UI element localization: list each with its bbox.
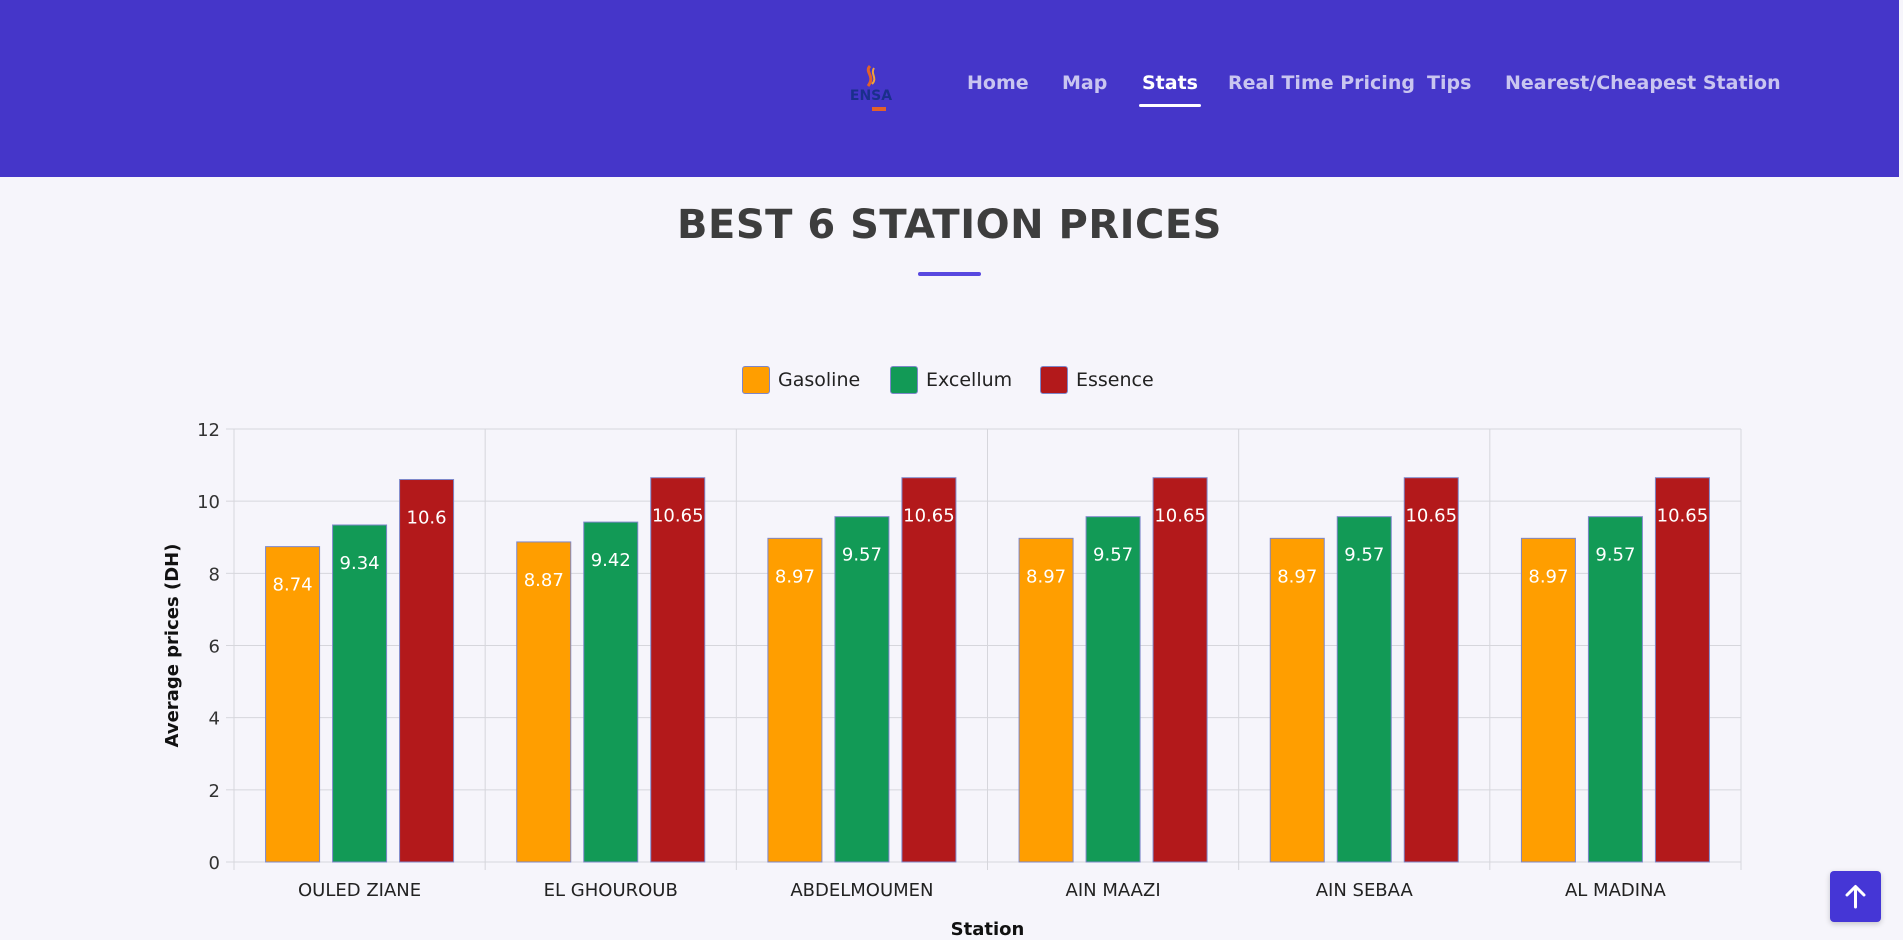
bar-value-label: 9.57 xyxy=(842,545,882,566)
bar-excellum xyxy=(332,524,388,863)
bar-value-label: 10.65 xyxy=(1154,506,1206,527)
y-tick-label: 8 xyxy=(209,564,220,585)
bar-chart: 0 2 4 6 8 10 12 8.74 9.34 10.6 OULED ZIANE 8.87 9.42… xyxy=(162,420,1742,940)
bar-essence xyxy=(1152,477,1208,863)
x-tick-label: AIN MAAZI xyxy=(1066,880,1161,901)
bar-essence xyxy=(399,479,455,863)
bar-value-label: 8.87 xyxy=(524,570,564,591)
bar-excellum xyxy=(1085,516,1141,863)
bar-value-label: 9.42 xyxy=(591,550,631,571)
bar-value-label: 9.57 xyxy=(1595,545,1635,566)
bar-value-label: 8.97 xyxy=(1026,566,1066,587)
bar-value-label: 8.97 xyxy=(1277,566,1317,587)
bar-value-label: 10.65 xyxy=(1405,506,1457,527)
arrow-up-icon xyxy=(1845,885,1866,909)
bar-value-label: 8.97 xyxy=(1528,566,1568,587)
bar-excellum xyxy=(1587,516,1643,863)
x-tick-label: AL MADINA xyxy=(1565,880,1667,901)
x-tick-label: AIN SEBAA xyxy=(1316,880,1414,901)
scroll-top-button[interactable] xyxy=(1830,871,1881,922)
y-tick-label: 0 xyxy=(209,853,220,874)
y-axis-title: Average prices (DH) xyxy=(162,544,183,748)
bar-essence xyxy=(901,477,957,863)
bar-value-label: 10.6 xyxy=(407,508,447,529)
bar-value-label: 9.57 xyxy=(1344,545,1384,566)
y-tick-label: 10 xyxy=(197,492,220,513)
bar-essence xyxy=(1654,477,1710,863)
bar-essence xyxy=(650,477,706,863)
x-axis-title: Station xyxy=(951,919,1025,940)
y-tick-label: 12 xyxy=(197,420,220,441)
y-tick-label: 2 xyxy=(209,781,220,802)
bar-value-label: 8.97 xyxy=(775,566,815,587)
bar-excellum xyxy=(583,521,639,863)
bar-value-label: 10.65 xyxy=(1657,506,1709,527)
bar-value-label: 10.65 xyxy=(903,506,955,527)
bar-essence xyxy=(1403,477,1459,863)
bar-value-label: 10.65 xyxy=(652,506,704,527)
y-tick-label: 6 xyxy=(209,637,220,658)
x-tick-label: ABDELMOUMEN xyxy=(790,880,933,901)
bar-value-label: 9.34 xyxy=(340,553,380,574)
bar-excellum xyxy=(834,516,890,863)
bar-excellum xyxy=(1336,516,1392,863)
bar-value-label: 9.57 xyxy=(1093,545,1133,566)
x-tick-label: EL GHOUROUB xyxy=(544,880,678,901)
y-tick-label: 4 xyxy=(209,709,220,730)
bar-value-label: 8.74 xyxy=(273,575,313,596)
x-tick-label: OULED ZIANE xyxy=(298,880,421,901)
